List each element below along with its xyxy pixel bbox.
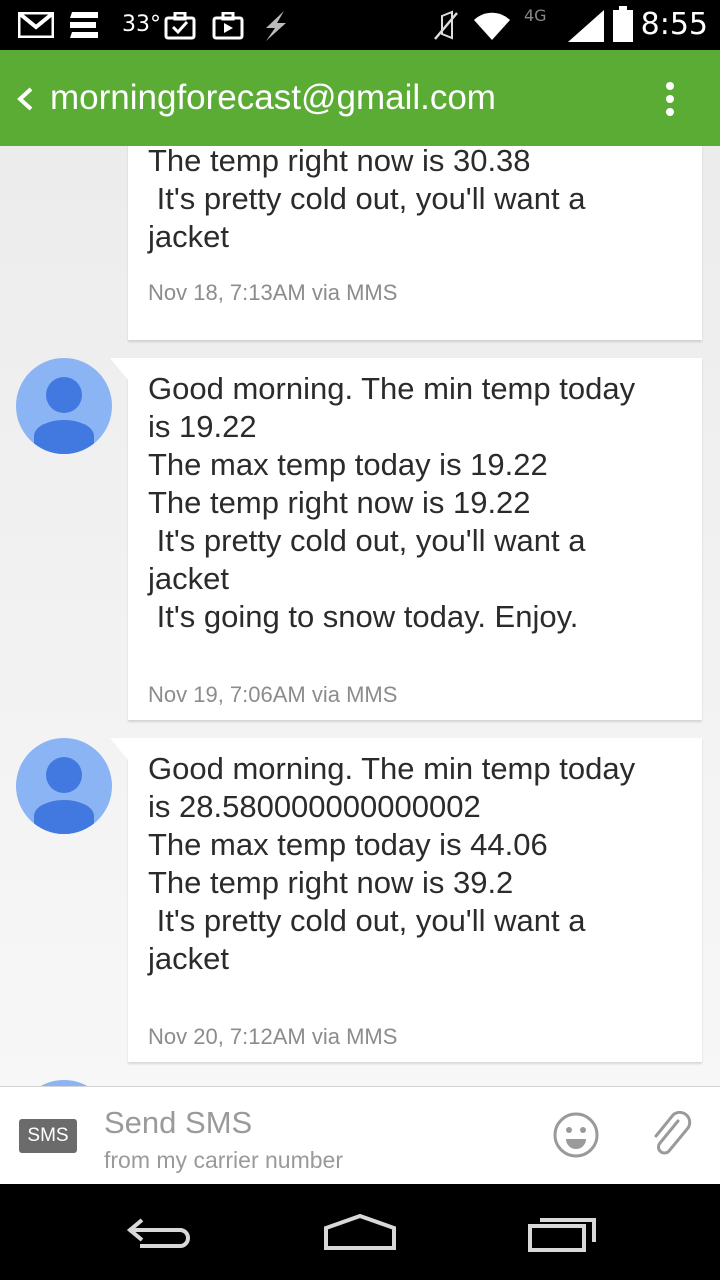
back-nav-icon[interactable]	[122, 1208, 202, 1256]
message-timestamp: Nov 20, 7:12AM via MMS	[148, 1024, 398, 1049]
compose-subtitle: from my carrier number	[104, 1147, 343, 1173]
contact-avatar[interactable]	[16, 738, 112, 834]
briefcase-icon	[212, 12, 244, 40]
overflow-menu-icon[interactable]	[664, 82, 676, 116]
message-list[interactable]: The temp right now is 30.38 It's pretty …	[0, 146, 720, 1086]
mute-icon	[434, 10, 458, 40]
clock: 8:55	[640, 7, 708, 42]
attach-icon[interactable]	[648, 1111, 696, 1161]
message-timestamp: Nov 19, 7:06AM via MMS	[148, 682, 398, 707]
contact-avatar[interactable]	[16, 358, 112, 454]
message-bubble[interactable]: Good morning. The min temp today is 19.2…	[110, 358, 702, 720]
message-bubble[interactable]: Good morning. The min temp today is 28.5…	[110, 738, 702, 1062]
network-label: 4G LTE	[524, 6, 551, 26]
message-input[interactable]	[104, 1103, 504, 1143]
gmail-icon	[18, 12, 54, 38]
sms-badge[interactable]: SMS	[19, 1119, 77, 1153]
compose-bar: SMS from my carrier number	[0, 1086, 720, 1184]
message-timestamp: Nov 18, 7:13AM via MMS	[148, 280, 398, 305]
person-icon	[34, 377, 94, 454]
person-icon	[34, 757, 94, 834]
navigation-bar	[0, 1184, 720, 1280]
signal-icon	[568, 10, 604, 42]
conversation-title: morningforecast@gmail.com	[50, 78, 496, 117]
notes-icon	[70, 12, 98, 38]
recents-nav-icon[interactable]	[522, 1208, 602, 1256]
message-text: The temp right now is 30.38 It's pretty …	[148, 146, 586, 254]
action-bar: morningforecast@gmail.com	[0, 50, 720, 146]
back-arrow-icon[interactable]	[14, 86, 36, 112]
message-bubble[interactable]: The temp right now is 30.38 It's pretty …	[128, 146, 702, 340]
home-nav-icon[interactable]	[320, 1208, 400, 1256]
emoji-icon[interactable]	[552, 1111, 600, 1159]
wifi-icon	[474, 12, 510, 41]
flash-icon	[266, 11, 286, 41]
message-text: Good morning. The min temp today is 28.5…	[148, 751, 636, 976]
message-text: Good morning. The min temp today is 19.2…	[148, 371, 636, 634]
status-bar: 33° 4G LTE 8:55	[0, 0, 720, 50]
briefcase-icon	[164, 12, 196, 40]
temperature-label: 33°	[122, 12, 161, 37]
battery-icon	[613, 6, 633, 42]
